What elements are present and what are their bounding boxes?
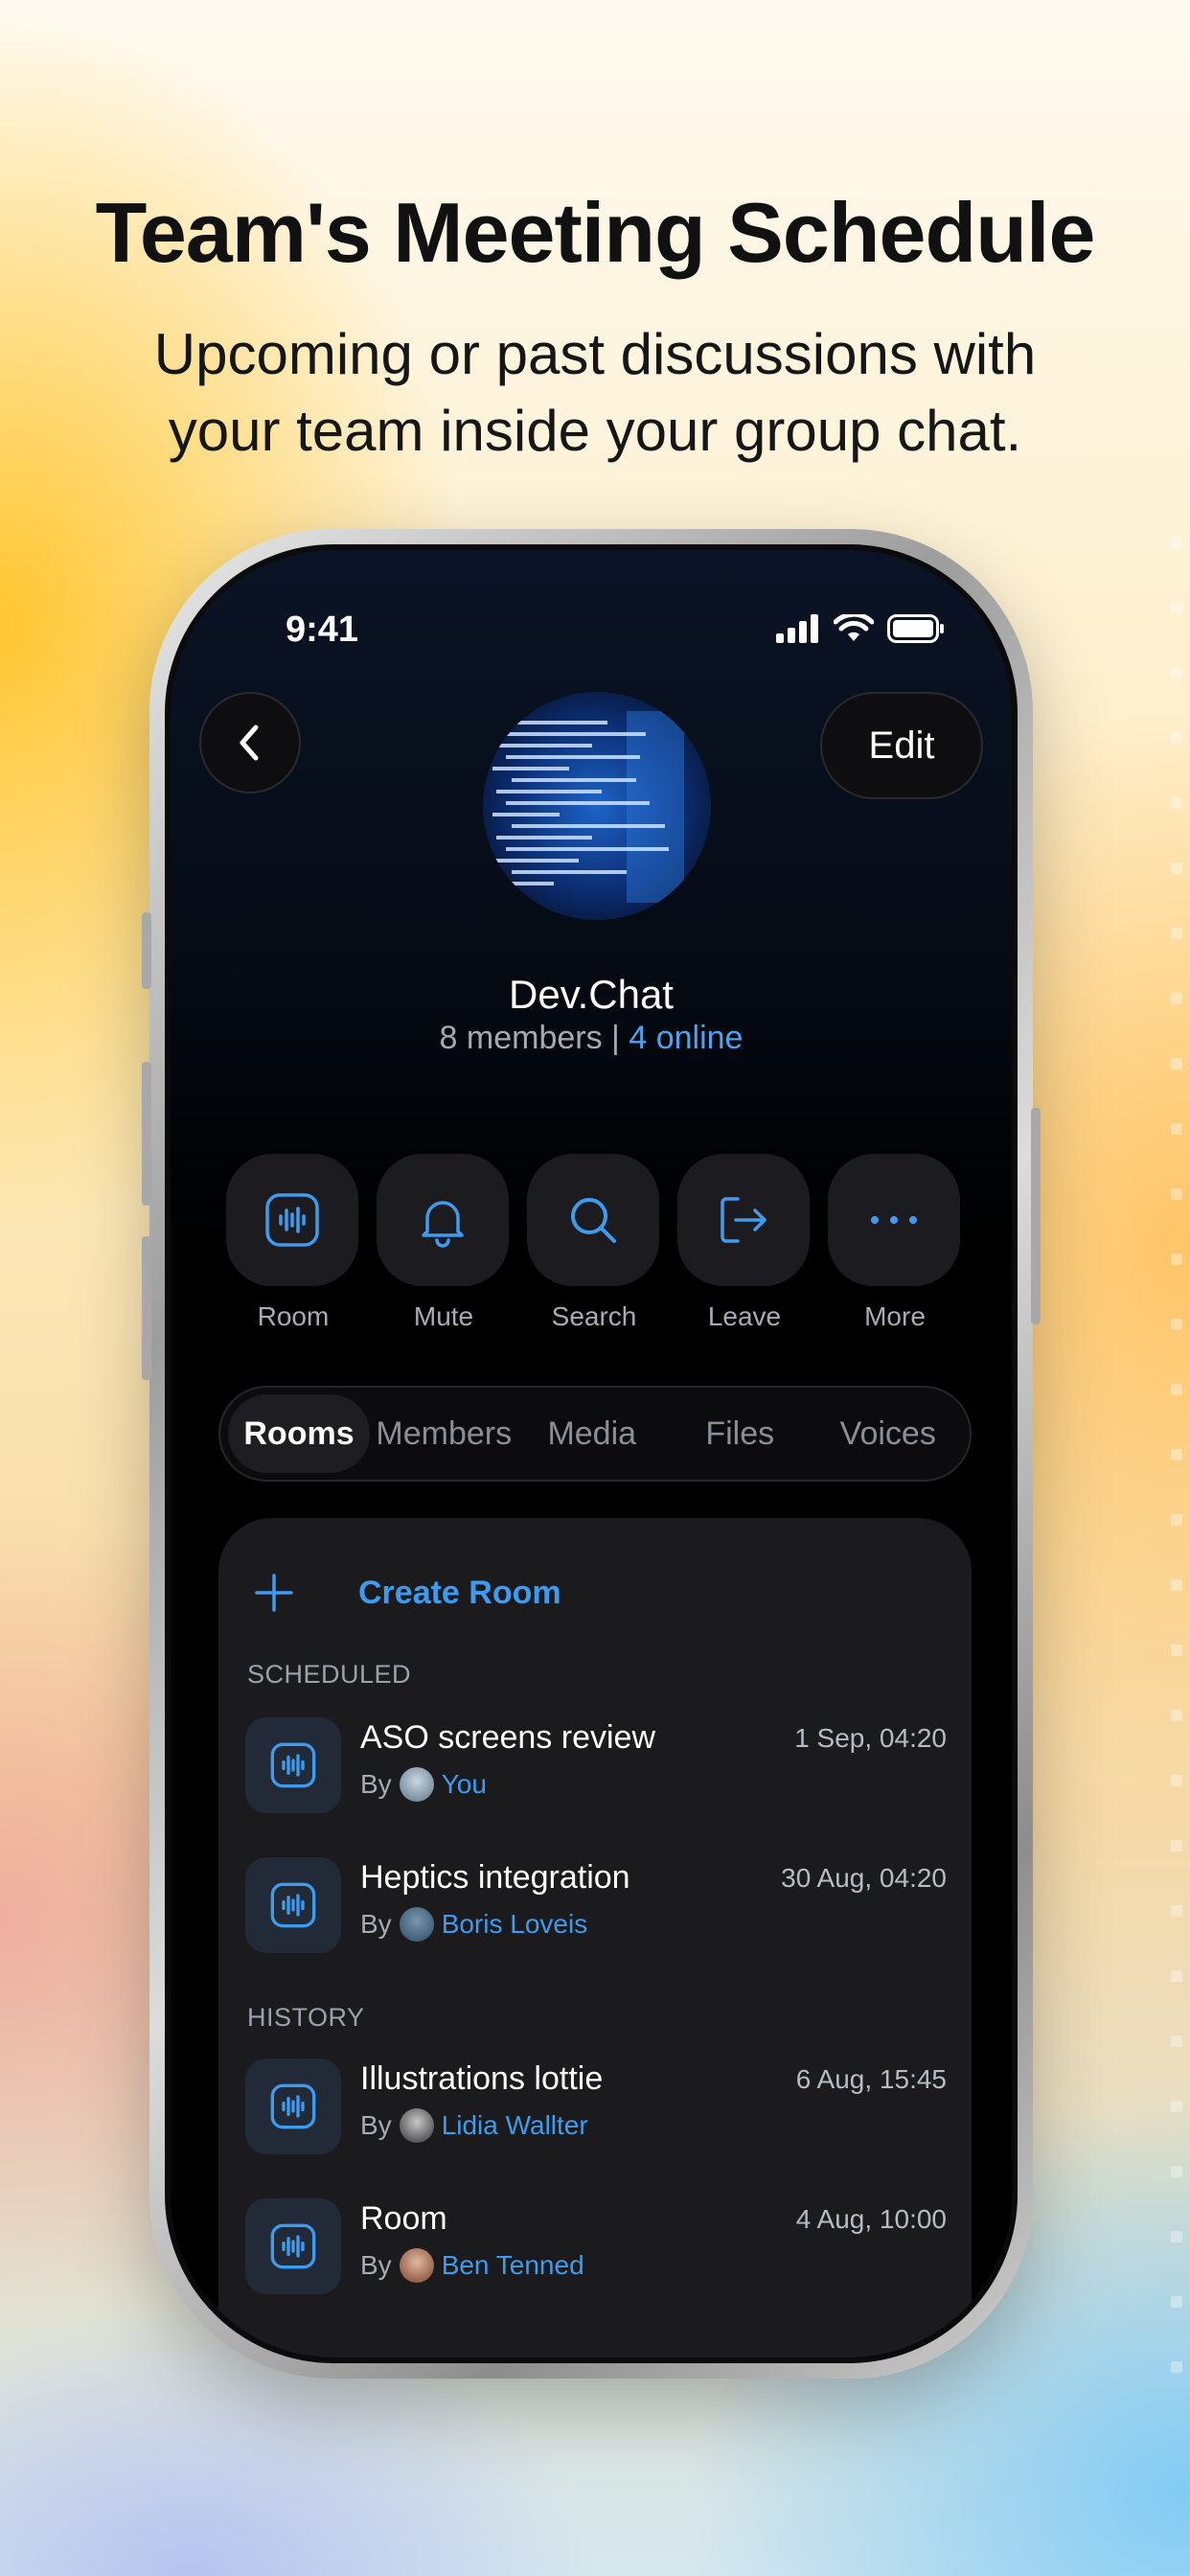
- search-icon: [571, 1198, 616, 1243]
- battery-icon: [887, 614, 944, 643]
- action-label-leave: Leave: [707, 1301, 782, 1331]
- by-label: By: [360, 2110, 392, 2140]
- chevron-left-icon: [240, 724, 259, 761]
- avatar: [399, 1907, 434, 1942]
- tab-members[interactable]: Members: [370, 1394, 518, 1473]
- code-screen-image: [483, 692, 711, 920]
- side-button-action: [142, 912, 151, 989]
- more-action[interactable]: More: [828, 1154, 962, 1332]
- room-waveform-icon: [265, 1193, 319, 1247]
- subheadline: Upcoming or past discussions with your t…: [96, 316, 1094, 470]
- side-button-power: [1031, 1108, 1041, 1324]
- wifi-icon: [834, 614, 874, 641]
- tab-files[interactable]: Files: [666, 1394, 814, 1473]
- headline: Team's Meeting Schedule: [95, 185, 1096, 280]
- members-count: 8 members: [439, 1020, 603, 1056]
- room-author: By Lidia Wallter: [360, 2108, 588, 2143]
- section-scheduled: SCHEDULED: [247, 1660, 412, 1689]
- segmented-tabs: Rooms Members Media Files Voices: [218, 1386, 972, 1482]
- bell-icon: [422, 1201, 464, 1248]
- list-item[interactable]: ASO screens review By You 1 Sep, 04:20: [245, 1717, 947, 1815]
- subhead-line-1: Upcoming or past discussions with: [153, 322, 1037, 386]
- action-label-mute: Mute: [413, 1301, 474, 1331]
- by-label: By: [360, 2250, 392, 2280]
- decorative-dots: [1161, 537, 1190, 2453]
- online-count: 4 online: [629, 1020, 744, 1056]
- list-item[interactable]: Room By Ben Tenned 4 Aug, 10:00: [245, 2198, 947, 2296]
- room-date: 4 Aug, 10:00: [795, 2204, 947, 2234]
- leave-action[interactable]: Leave: [677, 1154, 812, 1332]
- room-waveform-icon: [270, 2083, 316, 2129]
- status-icons: [776, 610, 945, 648]
- status-time: 9:41: [286, 610, 359, 650]
- room-waveform-icon: [270, 1882, 316, 1928]
- group-avatar[interactable]: [483, 692, 711, 920]
- room-author: By Boris Loveis: [360, 1907, 587, 1942]
- room-title: Room: [360, 2200, 447, 2237]
- section-history: HISTORY: [247, 2003, 365, 2032]
- room-author: By You: [360, 1767, 487, 1802]
- chat-name: Dev.Chat: [509, 972, 674, 1017]
- meta-separator: |: [611, 1020, 620, 1056]
- tab-media[interactable]: Media: [518, 1394, 667, 1473]
- rooms-card: Create Room SCHEDULED ASO screens review…: [218, 1518, 972, 2358]
- room-date: 30 Aug, 04:20: [781, 1863, 947, 1893]
- side-button-volume-down: [142, 1236, 151, 1380]
- chat-meta: 8 members | 4 online: [171, 1020, 1012, 1057]
- room-author: By Ben Tenned: [360, 2248, 584, 2283]
- author-name[interactable]: Boris Loveis: [442, 1909, 588, 1940]
- action-label-search: Search: [551, 1301, 637, 1331]
- room-title: Heptics integration: [360, 1859, 630, 1896]
- room-action[interactable]: Room: [226, 1154, 360, 1332]
- edit-button[interactable]: Edit: [820, 692, 983, 799]
- phone-screen: 9:41 Edit Dev.Chat 8 members | 4 online …: [165, 544, 1018, 2363]
- action-buttons: Room Mute Search Leave More: [226, 1154, 962, 1332]
- list-item[interactable]: Illustrations lottie By Lidia Wallter 6 …: [245, 2058, 947, 2156]
- leave-icon: [721, 1197, 767, 1243]
- create-room-button[interactable]: Create Room: [247, 1566, 561, 1620]
- tab-voices[interactable]: Voices: [814, 1394, 963, 1473]
- plus-icon: [255, 1574, 293, 1612]
- author-name[interactable]: Ben Tenned: [442, 2250, 584, 2281]
- room-waveform-icon: [270, 1742, 316, 1788]
- subhead-line-2: your team inside your group chat.: [168, 399, 1022, 463]
- room-title: ASO screens review: [360, 1719, 655, 1756]
- room-title: Illustrations lottie: [360, 2060, 604, 2097]
- more-dots-icon: [871, 1216, 917, 1224]
- avatar: [399, 2108, 434, 2143]
- back-button[interactable]: [199, 692, 301, 794]
- mute-action[interactable]: Mute: [377, 1154, 511, 1332]
- by-label: By: [360, 1909, 392, 1939]
- signal-icon: [776, 614, 818, 643]
- author-name[interactable]: Lidia Wallter: [442, 2110, 588, 2141]
- side-button-volume-up: [142, 1062, 151, 1206]
- by-label: By: [360, 1769, 392, 1799]
- avatar: [399, 1767, 434, 1802]
- action-label-more: More: [864, 1301, 926, 1331]
- room-date: 6 Aug, 15:45: [795, 2064, 947, 2094]
- room-waveform-icon: [270, 2223, 316, 2269]
- list-item[interactable]: Heptics integration By Boris Loveis 30 A…: [245, 1857, 947, 1955]
- tab-rooms[interactable]: Rooms: [228, 1394, 370, 1473]
- action-label-room: Room: [257, 1301, 330, 1331]
- author-name[interactable]: You: [442, 1769, 487, 1800]
- search-action[interactable]: Search: [527, 1154, 661, 1332]
- room-date: 1 Sep, 04:20: [794, 1723, 947, 1753]
- create-room-label: Create Room: [358, 1574, 561, 1611]
- avatar: [399, 2248, 434, 2283]
